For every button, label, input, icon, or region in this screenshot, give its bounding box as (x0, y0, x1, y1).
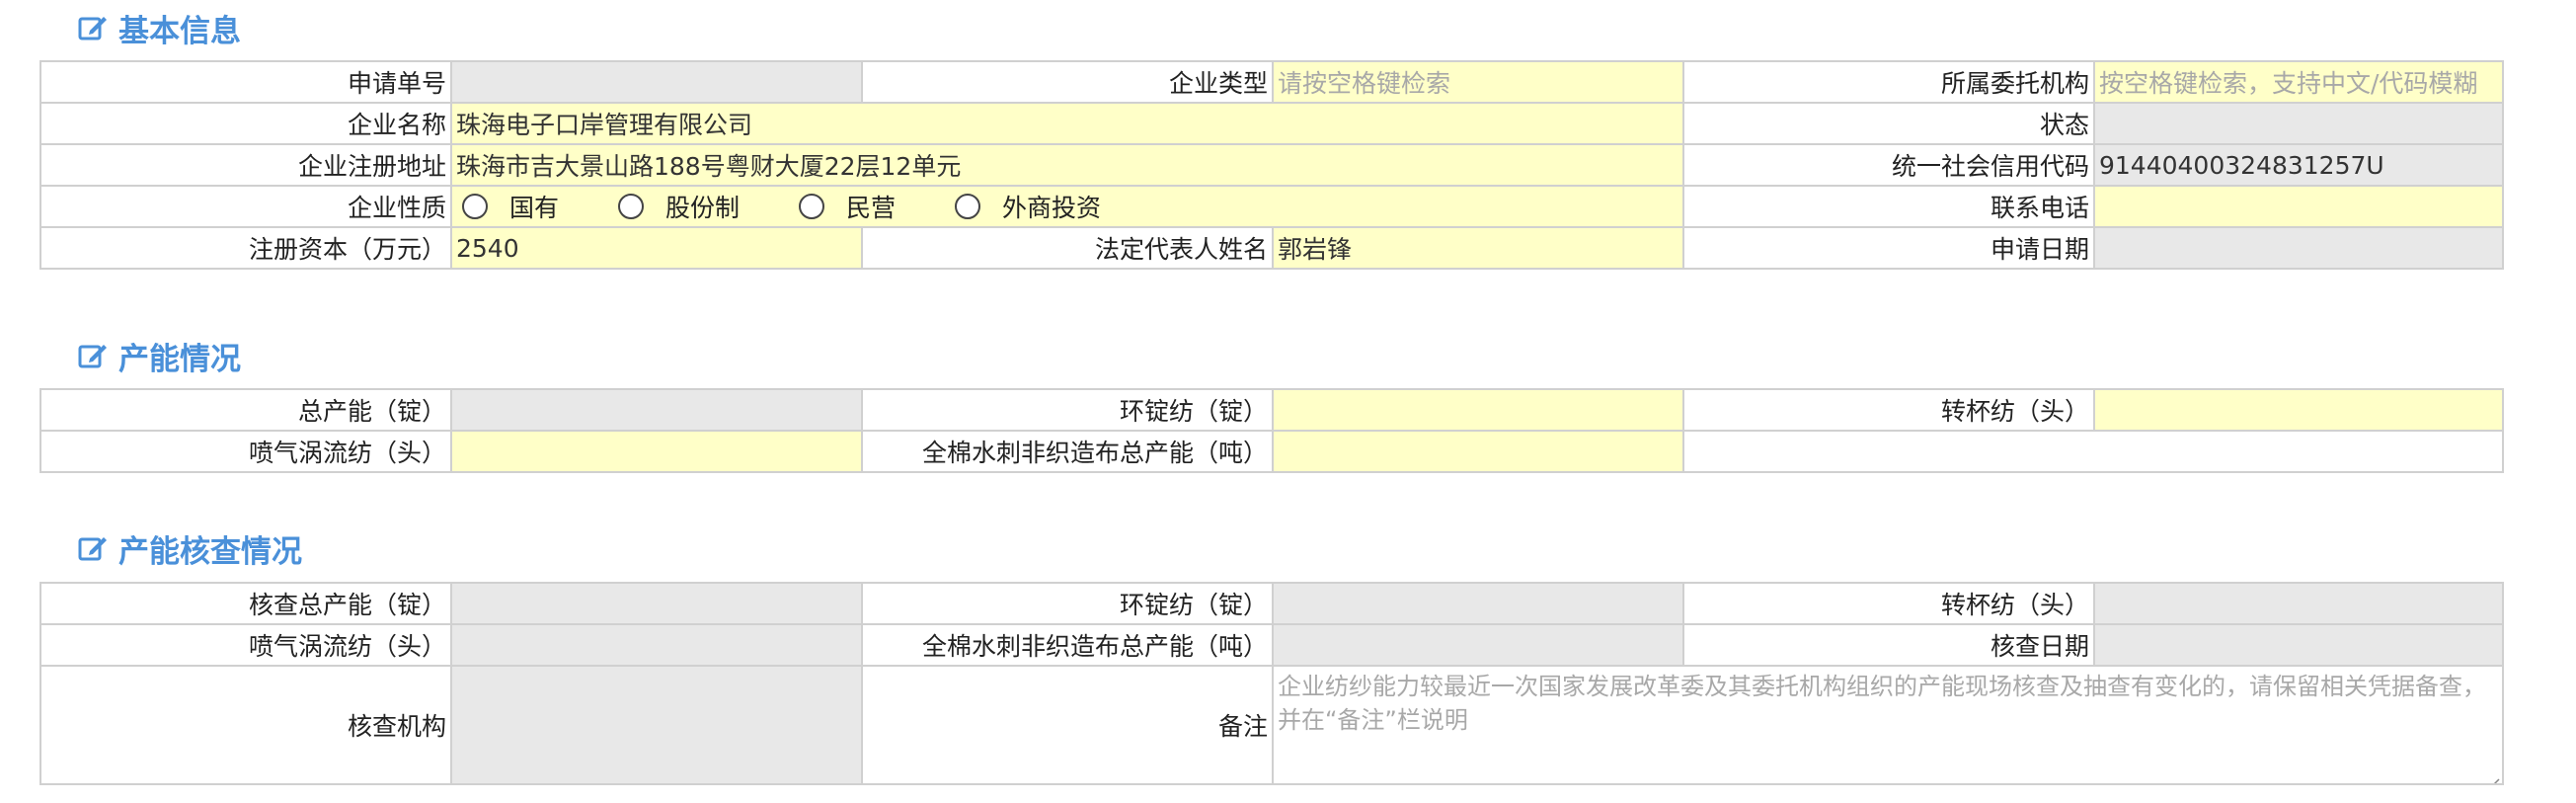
credit-code-field: 91440400324831257U (2093, 143, 2504, 187)
nature-option-private[interactable]: 民营 (793, 189, 896, 224)
enterprise-type-label: 企业类型 (861, 60, 1274, 104)
legal-rep-input[interactable]: 郭岩锋 (1272, 226, 1684, 270)
radio-button[interactable] (462, 194, 488, 219)
application-no-field (450, 60, 863, 104)
status-label: 状态 (1682, 102, 2095, 145)
total-capacity-field (450, 388, 863, 432)
section-header-inspection: 产能核查情况 (77, 526, 302, 570)
nature-option-shareholding[interactable]: 股份制 (612, 189, 740, 224)
remark-textarea[interactable]: 企业纺纱能力较最近一次国家发展改革委及其委托机构组织的产能现场核查及抽查有变化的… (1272, 665, 2504, 785)
total-capacity-label: 总产能（锭） (39, 388, 452, 432)
phone-input[interactable] (2093, 185, 2504, 228)
agency-placeholder: 按空格键检索，支持中文/代码模糊 (2099, 69, 2478, 98)
nature-option-foreign[interactable]: 外商投资 (949, 189, 1101, 224)
section-header-capacity: 产能情况 (77, 334, 241, 377)
rotor-spinning-input[interactable] (2093, 388, 2504, 432)
capacity-table: 总产能（锭） 环锭纺（锭） 转杯纺（头） 喷气涡流纺（头） 全棉水刺非织造布总产… (39, 388, 2504, 473)
radio-button[interactable] (618, 194, 645, 219)
agency-label: 所属委托机构 (1682, 60, 2095, 104)
inspect-total-label: 核查总产能（锭） (39, 582, 452, 625)
ring-spinning-label: 环锭纺（锭） (861, 388, 1274, 432)
spunlace-capacity-input[interactable] (1272, 430, 1684, 473)
legal-rep-label: 法定代表人姓名 (861, 226, 1274, 270)
credit-code-label: 统一社会信用代码 (1682, 143, 2095, 187)
apply-date-field (2093, 226, 2504, 270)
resize-grip-icon[interactable] (2486, 767, 2500, 782)
rotor-spinning-label: 转杯纺（头） (1682, 388, 2095, 432)
enterprise-type-input[interactable]: 请按空格键检索 (1272, 60, 1684, 104)
inspect-ring-label: 环锭纺（锭） (861, 582, 1274, 625)
inspect-ring-field (1272, 582, 1684, 625)
remark-label: 备注 (861, 665, 1274, 785)
inspection-table: 核查总产能（锭） 环锭纺（锭） 转杯纺（头） 喷气涡流纺（头） 全棉水刺非织造布… (39, 582, 2504, 785)
status-field (2093, 102, 2504, 145)
inspect-agency-label: 核查机构 (39, 665, 452, 785)
capital-label: 注册资本（万元） (39, 226, 452, 270)
phone-label: 联系电话 (1682, 185, 2095, 228)
enterprise-name-label: 企业名称 (39, 102, 452, 145)
inspect-spunlace-field (1272, 623, 1684, 667)
remark-placeholder: 企业纺纱能力较最近一次国家发展改革委及其委托机构组织的产能现场核查及抽查有变化的… (1278, 673, 2486, 734)
apply-date-label: 申请日期 (1682, 226, 2095, 270)
inspect-spunlace-label: 全棉水刺非织造布总产能（吨） (861, 623, 1274, 667)
agency-input[interactable]: 按空格键检索，支持中文/代码模糊 (2093, 60, 2504, 104)
radio-button[interactable] (955, 194, 981, 219)
nature-option-state[interactable]: 国有 (456, 189, 559, 224)
edit-icon (77, 532, 109, 564)
vortex-spinning-label: 喷气涡流纺（头） (39, 430, 452, 473)
enterprise-name-input[interactable]: 珠海电子口岸管理有限公司 (450, 102, 1684, 145)
section-title: 产能情况 (118, 341, 241, 377)
spunlace-capacity-label: 全棉水刺非织造布总产能（吨） (861, 430, 1274, 473)
section-title: 产能核查情况 (118, 533, 302, 570)
inspect-total-field (450, 582, 863, 625)
capital-input[interactable]: 2540 (450, 226, 863, 270)
radio-button[interactable] (799, 194, 825, 219)
radio-label: 外商投资 (1002, 194, 1102, 222)
edit-icon (77, 340, 109, 371)
nature-radio-group: 国有 股份制 民营 外商投资 (450, 185, 1684, 228)
inspect-vortex-label: 喷气涡流纺（头） (39, 623, 452, 667)
inspect-date-field (2093, 623, 2504, 667)
basic-info-table: 申请单号 企业类型 请按空格键检索 所属委托机构 按空格键检索，支持中文/代码模… (39, 60, 2504, 270)
enterprise-type-placeholder: 请按空格键检索 (1278, 69, 1451, 98)
empty-cell (1682, 430, 2504, 473)
inspect-rotor-field (2093, 582, 2504, 625)
radio-label: 股份制 (665, 194, 741, 222)
radio-label: 国有 (509, 194, 560, 222)
inspect-date-label: 核查日期 (1682, 623, 2095, 667)
inspect-agency-field (450, 665, 863, 785)
ring-spinning-input[interactable] (1272, 388, 1684, 432)
inspect-vortex-field (450, 623, 863, 667)
application-no-label: 申请单号 (39, 60, 452, 104)
vortex-spinning-input[interactable] (450, 430, 863, 473)
radio-label: 民营 (846, 194, 897, 222)
section-title: 基本信息 (118, 13, 241, 49)
inspect-rotor-label: 转杯纺（头） (1682, 582, 2095, 625)
section-header-basic: 基本信息 (77, 6, 241, 49)
address-label: 企业注册地址 (39, 143, 452, 187)
nature-label: 企业性质 (39, 185, 452, 228)
edit-icon (77, 12, 109, 43)
address-input[interactable]: 珠海市吉大景山路188号粤财大厦22层12单元 (450, 143, 1684, 187)
